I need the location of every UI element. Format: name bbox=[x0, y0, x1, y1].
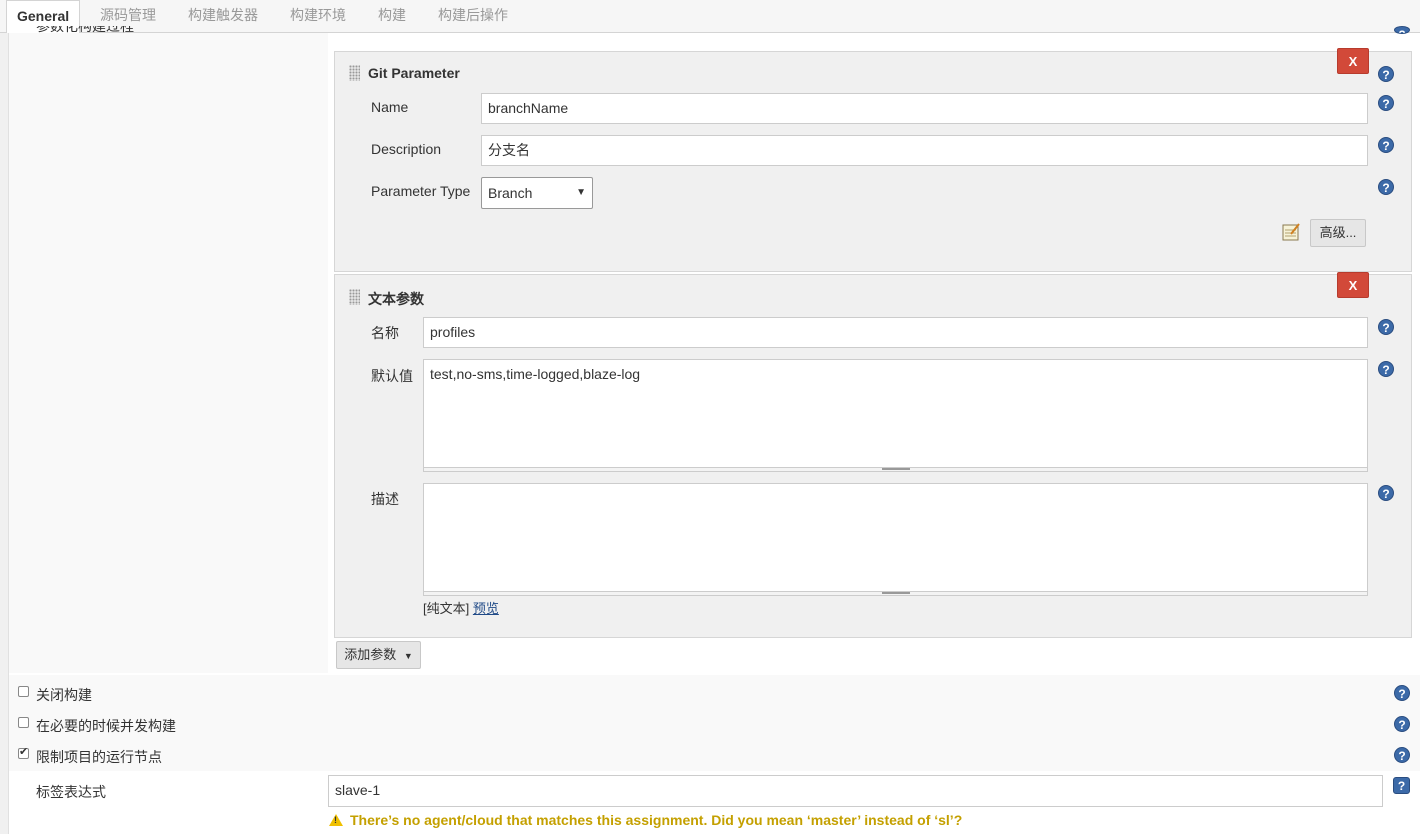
text-param-name-input[interactable]: profiles bbox=[423, 317, 1368, 348]
disable-build-label: 关闭构建 bbox=[36, 687, 92, 703]
help-icon[interactable]: ? bbox=[1378, 95, 1394, 111]
parameter-type-label: Parameter Type bbox=[371, 183, 471, 199]
add-parameter-label: 添加参数 bbox=[344, 647, 397, 662]
left-column bbox=[9, 33, 328, 673]
description-format-hint: [纯文本] 预览 bbox=[423, 598, 499, 617]
text-param-name-label: 名称 bbox=[371, 325, 399, 341]
tab-post-build[interactable]: 构建后操作 bbox=[438, 0, 508, 31]
label-expression-warning: There’s no agent/cloud that matches this… bbox=[350, 812, 963, 828]
help-icon[interactable]: ? bbox=[1378, 485, 1394, 501]
text-parameter-title: 文本参数 bbox=[368, 291, 424, 307]
text-param-description-textarea[interactable] bbox=[423, 483, 1368, 592]
restrict-node-label: 限制项目的运行节点 bbox=[36, 749, 162, 765]
concurrent-build-label: 在必要的时候并发构建 bbox=[36, 718, 176, 734]
delete-git-parameter-button[interactable]: X bbox=[1337, 48, 1369, 74]
drag-handle-icon[interactable] bbox=[349, 65, 360, 81]
options-section bbox=[9, 675, 1420, 771]
git-parameter-title: Git Parameter bbox=[368, 65, 460, 81]
caret-down-icon: ▼ bbox=[403, 651, 413, 661]
dropdown-arrow-icon: ▼ bbox=[576, 187, 586, 198]
restrict-node-checkbox[interactable] bbox=[18, 745, 29, 759]
disable-build-checkbox[interactable] bbox=[18, 686, 29, 697]
help-icon[interactable]: ? bbox=[1394, 747, 1410, 763]
warning-icon bbox=[329, 814, 343, 826]
name-label: Name bbox=[371, 99, 409, 115]
left-gutter bbox=[0, 33, 9, 834]
help-icon[interactable]: ? bbox=[1393, 777, 1410, 794]
text-param-description-label: 描述 bbox=[371, 491, 399, 507]
add-parameter-button[interactable]: 添加参数 ▼ bbox=[336, 641, 421, 669]
parameter-type-value: Branch bbox=[488, 185, 533, 201]
help-icon[interactable]: ? bbox=[1378, 361, 1394, 377]
help-icon[interactable]: ? bbox=[1394, 685, 1410, 701]
help-icon[interactable]: ? bbox=[1378, 179, 1394, 195]
plain-text-label: [纯文本] bbox=[423, 601, 470, 616]
default-value-textarea[interactable]: test,no-sms,time-logged,blaze-log bbox=[423, 359, 1368, 468]
textarea-resize-handle[interactable] bbox=[423, 592, 1368, 596]
help-icon[interactable]: ? bbox=[1378, 137, 1394, 153]
textarea-resize-handle[interactable] bbox=[423, 468, 1368, 472]
description-label: Description bbox=[371, 141, 442, 157]
help-icon[interactable]: ? bbox=[1378, 319, 1394, 335]
description-input[interactable]: 分支名 bbox=[481, 135, 1368, 166]
label-expression-label: 标签表达式 bbox=[36, 784, 106, 800]
tab-build-environment[interactable]: 构建环境 bbox=[290, 0, 346, 31]
tab-build[interactable]: 构建 bbox=[378, 0, 406, 31]
delete-text-parameter-button[interactable]: X bbox=[1337, 272, 1369, 298]
help-icon[interactable]: ? bbox=[1394, 716, 1410, 732]
drag-handle-icon[interactable] bbox=[349, 289, 360, 305]
notepad-icon bbox=[1282, 223, 1300, 241]
preview-link[interactable]: 预览 bbox=[473, 601, 499, 616]
advanced-button[interactable]: 高级... bbox=[1310, 219, 1366, 247]
default-value-label: 默认值 bbox=[371, 368, 413, 384]
name-input[interactable]: branchName bbox=[481, 93, 1368, 124]
parameter-type-select[interactable]: Branch ▼ bbox=[481, 177, 593, 209]
help-icon[interactable]: ? bbox=[1378, 66, 1394, 82]
concurrent-build-checkbox[interactable] bbox=[18, 717, 29, 728]
label-expression-input[interactable]: slave-1 bbox=[328, 775, 1383, 807]
help-icon[interactable]: ? bbox=[1394, 26, 1410, 34]
